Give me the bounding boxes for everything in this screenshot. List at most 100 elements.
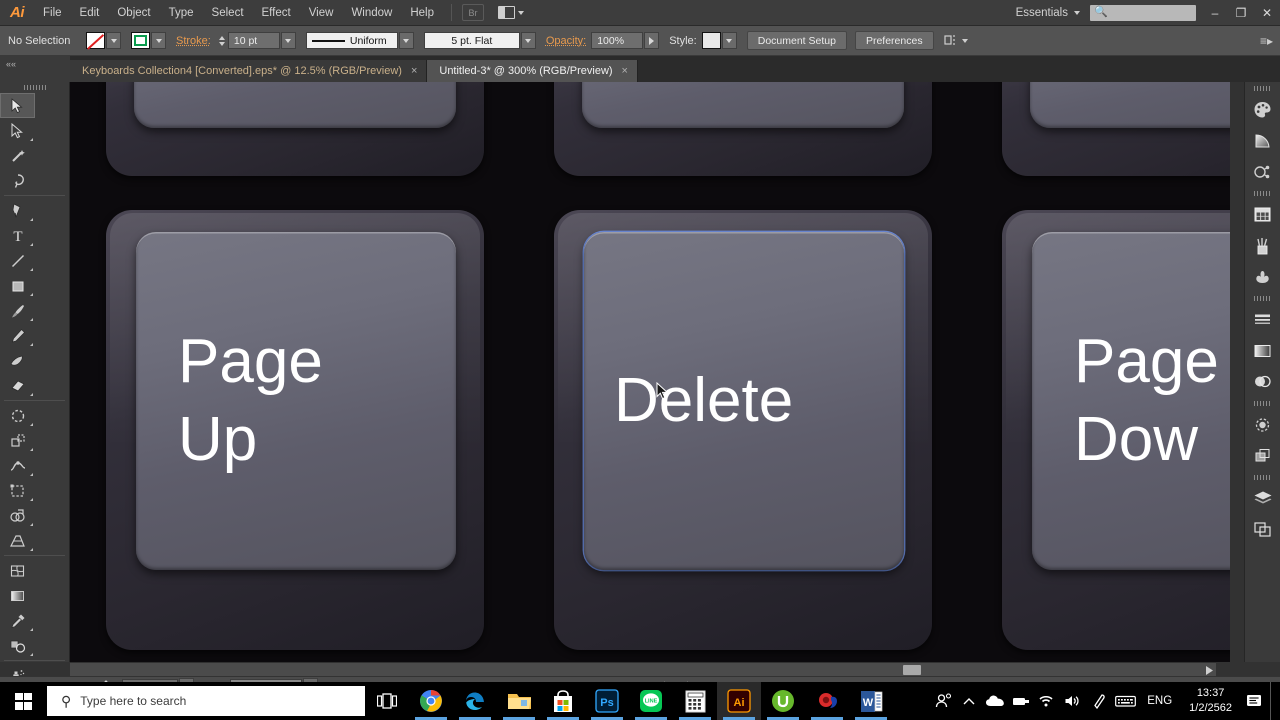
horizontal-scroll-thumb[interactable] xyxy=(903,665,921,675)
tools-panel-grip[interactable] xyxy=(0,82,69,93)
stroke-profile-select[interactable]: Uniform xyxy=(306,32,398,49)
menu-edit[interactable]: Edit xyxy=(71,0,109,26)
canvas-horizontal-scrollbar[interactable] xyxy=(70,662,1216,676)
stroke-dropdown-arrow[interactable] xyxy=(151,32,166,49)
show-hidden-icons-chevron[interactable] xyxy=(956,682,982,720)
selection-tool[interactable] xyxy=(0,93,35,118)
wifi-icon[interactable] xyxy=(1034,682,1060,720)
artboard-canvas[interactable]: Page Up Delete Page Dow xyxy=(70,82,1230,662)
menu-help[interactable]: Help xyxy=(401,0,443,26)
menu-view[interactable]: View xyxy=(300,0,343,26)
swatches-panel-icon[interactable] xyxy=(1245,199,1280,230)
preferences-button[interactable]: Preferences xyxy=(855,31,934,50)
workspace-switcher[interactable]: Essentials xyxy=(1006,7,1090,19)
language-indicator[interactable]: ENG xyxy=(1138,695,1181,707)
lasso-tool[interactable] xyxy=(0,168,35,193)
taskbar-app-adobe-illustrator[interactable]: Ai xyxy=(717,682,761,720)
appearance-panel-icon[interactable] xyxy=(1245,409,1280,440)
start-button[interactable] xyxy=(0,682,47,720)
stroke-swatch[interactable] xyxy=(131,32,150,49)
taskbar-app-file-explorer[interactable] xyxy=(497,682,541,720)
taskbar-app-utorrent[interactable] xyxy=(761,682,805,720)
keycap-top-left[interactable] xyxy=(134,82,456,128)
key-page-up[interactable]: Page Up xyxy=(106,210,484,650)
pen-tool[interactable] xyxy=(0,198,35,223)
onedrive-icon[interactable] xyxy=(982,682,1008,720)
menu-effect[interactable]: Effect xyxy=(253,0,300,26)
search-input[interactable]: 🔍 xyxy=(1090,5,1196,21)
close-icon[interactable]: × xyxy=(411,65,417,77)
dock-group-grip[interactable] xyxy=(1245,471,1280,483)
menu-type[interactable]: Type xyxy=(160,0,203,26)
clock[interactable]: 13:37 1/2/2562 xyxy=(1181,686,1240,716)
stroke-weight-input[interactable]: 10 pt xyxy=(228,32,280,49)
mesh-tool[interactable] xyxy=(0,558,35,583)
close-button[interactable]: ✕ xyxy=(1254,0,1280,26)
fill-dropdown-arrow[interactable] xyxy=(106,32,121,49)
magic-wand-tool[interactable] xyxy=(0,143,35,168)
scale-tool[interactable] xyxy=(0,428,35,453)
dock-group-grip[interactable] xyxy=(1245,397,1280,409)
arrange-documents-button[interactable] xyxy=(498,6,524,19)
color-panel-icon[interactable] xyxy=(1245,94,1280,125)
stroke-profile-dropdown-arrow[interactable] xyxy=(399,32,414,49)
gradient-tool[interactable] xyxy=(0,583,35,608)
show-desktop-button[interactable] xyxy=(1270,682,1276,720)
stroke-panel-icon[interactable] xyxy=(1245,304,1280,335)
eyedropper-tool[interactable] xyxy=(0,608,35,633)
taskbar-app-microsoft-store[interactable] xyxy=(541,682,585,720)
stroke-weight-stepper[interactable] xyxy=(217,32,228,49)
key-page-down[interactable]: Page Dow xyxy=(1002,210,1230,650)
fill-swatch[interactable] xyxy=(86,32,105,49)
minimize-button[interactable]: – xyxy=(1202,0,1228,26)
taskbar-search-input[interactable]: ⚲ Type here to search xyxy=(47,686,365,716)
artboards-panel-icon[interactable] xyxy=(1245,514,1280,545)
menu-object[interactable]: Object xyxy=(108,0,159,26)
keycap-top-right[interactable] xyxy=(1030,82,1230,128)
taskbar-app-firefox-dev[interactable] xyxy=(805,682,849,720)
volume-icon[interactable] xyxy=(1060,682,1086,720)
key-delete[interactable]: Delete xyxy=(554,210,932,650)
keycap-page-up[interactable]: Page Up xyxy=(136,232,456,570)
bridge-button[interactable]: Br xyxy=(462,4,484,21)
dock-grip[interactable] xyxy=(1245,82,1280,94)
key-top-right[interactable] xyxy=(1002,82,1230,176)
scroll-right-arrow[interactable] xyxy=(1204,665,1214,675)
menu-window[interactable]: Window xyxy=(342,0,401,26)
network-wired-icon[interactable] xyxy=(1008,682,1034,720)
document-tab-keyboards-collection[interactable]: Keyboards Collection4 [Converted].eps* @… xyxy=(70,60,427,82)
edit-colors-panel-icon[interactable] xyxy=(1245,156,1280,187)
document-tab-untitled-3[interactable]: Untitled-3* @ 300% (RGB/Preview) × xyxy=(427,60,638,82)
symbols-panel-icon[interactable] xyxy=(1245,261,1280,292)
taskbar-app-microsoft-edge[interactable] xyxy=(453,682,497,720)
document-setup-button[interactable]: Document Setup xyxy=(747,31,847,50)
people-icon[interactable] xyxy=(930,682,956,720)
rotate-tool[interactable] xyxy=(0,403,35,428)
taskbar-app-adobe-photoshop[interactable]: Ps xyxy=(585,682,629,720)
blend-tool[interactable] xyxy=(0,633,35,658)
rectangle-tool[interactable] xyxy=(0,273,35,298)
direct-selection-tool[interactable] xyxy=(0,118,35,143)
key-top-left[interactable] xyxy=(106,82,484,176)
keycap-delete[interactable]: Delete xyxy=(584,232,904,570)
blob-brush-tool[interactable] xyxy=(0,348,35,373)
toolbar-collapse-button[interactable]: «« xyxy=(0,56,70,82)
width-tool[interactable] xyxy=(0,453,35,478)
keycap-page-down[interactable]: Page Dow xyxy=(1032,232,1230,570)
menu-select[interactable]: Select xyxy=(203,0,253,26)
brush-definition-dropdown-arrow[interactable] xyxy=(521,32,536,49)
color-guide-panel-icon[interactable] xyxy=(1245,125,1280,156)
dock-group-grip[interactable] xyxy=(1245,292,1280,304)
restore-button[interactable]: ❐ xyxy=(1228,0,1254,26)
perspective-grid-tool[interactable] xyxy=(0,528,35,553)
opacity-input[interactable]: 100% xyxy=(591,32,643,49)
shape-builder-tool[interactable] xyxy=(0,503,35,528)
keycap-top-center[interactable] xyxy=(582,82,904,128)
taskbar-app-line-messenger[interactable]: LINE xyxy=(629,682,673,720)
menu-file[interactable]: File xyxy=(34,0,71,26)
transparency-panel-icon[interactable] xyxy=(1245,366,1280,397)
brush-definition-select[interactable]: 5 pt. Flat xyxy=(424,32,520,49)
eraser-tool[interactable] xyxy=(0,373,35,398)
key-top-center[interactable] xyxy=(554,82,932,176)
dock-group-grip[interactable] xyxy=(1245,187,1280,199)
